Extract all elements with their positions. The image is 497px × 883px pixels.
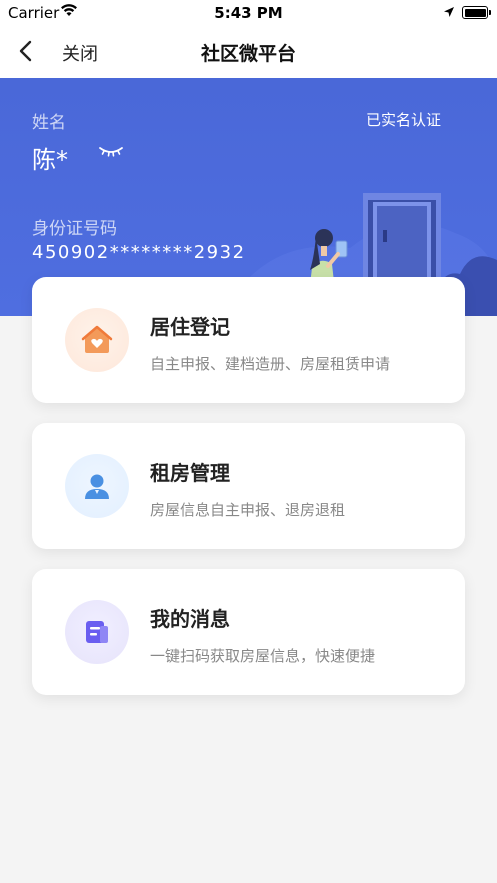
card-description: 自主申报、建档造册、房屋租赁申请 <box>150 355 391 373</box>
card-residence-registration[interactable]: 居住登记 自主申报、建档造册、房屋租赁申请 <box>32 277 465 403</box>
card-title: 居住登记 <box>150 315 230 339</box>
card-description: 房屋信息自主申报、退房退租 <box>150 501 346 519</box>
page-title: 社区微平台 <box>200 43 296 65</box>
card-rental-management[interactable]: 租房管理 房屋信息自主申报、退房退租 <box>32 423 465 549</box>
id-value: 450902********2932 <box>32 242 246 263</box>
id-label: 身份证号码 <box>32 219 117 239</box>
verified-status: 已实名认证 <box>366 111 442 129</box>
name-label: 姓名 <box>32 113 66 133</box>
location-arrow-icon <box>443 4 455 22</box>
status-bar: Carrier 5:43 PM <box>0 0 497 26</box>
card-title: 租房管理 <box>150 461 230 485</box>
name-value: 陈* <box>32 146 68 174</box>
card-title: 我的消息 <box>150 607 230 631</box>
person-icon <box>65 454 129 518</box>
card-my-messages[interactable]: 我的消息 一键扫码获取房屋信息，快速便捷 <box>32 569 465 695</box>
battery-icon <box>462 6 491 19</box>
navigation-bar: 关闭 社区微平台 <box>0 26 497 78</box>
clock: 5:43 PM <box>214 4 283 22</box>
card-description: 一键扫码获取房屋信息，快速便捷 <box>150 647 376 665</box>
house-heart-icon <box>65 308 129 372</box>
message-icon <box>65 600 129 664</box>
eye-closed-icon[interactable] <box>98 144 124 163</box>
